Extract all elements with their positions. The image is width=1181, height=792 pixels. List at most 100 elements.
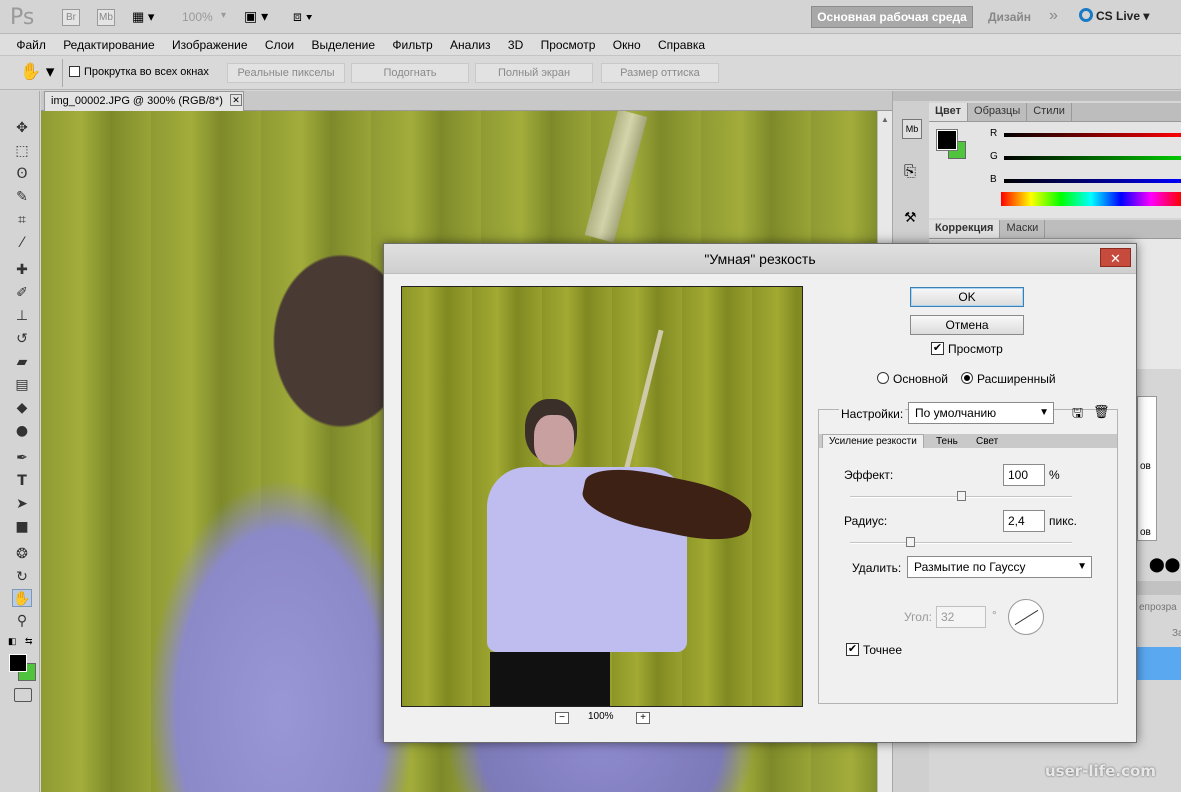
screen-mode-dropdown[interactable]: ⧈ ▾ — [293, 8, 313, 25]
tab-shadow[interactable]: Тень — [936, 435, 958, 448]
angle-input[interactable]: 32 — [936, 606, 986, 628]
fg-color-chip[interactable] — [936, 129, 958, 151]
layer-fragment-1: ов — [1140, 461, 1151, 472]
zoom-icon[interactable]: ⚲ — [12, 612, 32, 630]
menu-window[interactable]: Окно — [606, 34, 648, 52]
selected-layer-row[interactable] — [1137, 647, 1181, 680]
healing-icon[interactable]: ✚ — [12, 261, 32, 279]
menu-edit[interactable]: Редактирование — [56, 34, 161, 52]
minibridge-button[interactable]: Mb — [97, 9, 115, 26]
zoom-in-button[interactable]: + — [636, 712, 650, 724]
marquee-icon[interactable]: ⬚ — [12, 142, 32, 160]
tab-highlight[interactable]: Свет — [976, 435, 998, 448]
remove-dropdown[interactable]: Размытие по Гауссу ▼ — [907, 556, 1092, 578]
view-extras-dropdown[interactable]: ▦ ▾ — [132, 9, 162, 26]
preview-zoom-level: 100% — [588, 711, 614, 722]
cs-live-button[interactable]: CS Live ▾ — [1096, 9, 1149, 23]
more-accurate-checkbox[interactable]: ✔ — [846, 643, 859, 656]
menu-3d[interactable]: 3D — [501, 34, 530, 52]
shape-icon[interactable]: ■ — [12, 518, 32, 536]
print-size-button[interactable]: Размер оттиска — [601, 63, 719, 83]
actual-pixels-button[interactable]: Реальные пикселы — [227, 63, 345, 83]
quick-select-icon[interactable]: ✎ — [12, 188, 32, 206]
tab-styles[interactable]: Стили — [1027, 103, 1072, 121]
scroll-up-icon[interactable]: ▲ — [881, 115, 889, 124]
eyedropper-icon[interactable]: ⁄ — [12, 234, 32, 252]
g-slider[interactable] — [1004, 156, 1181, 160]
document-tab[interactable]: img_00002.JPG @ 300% (RGB/8*) ✕ — [44, 91, 244, 111]
3d-orbit-icon[interactable]: ↻ — [12, 568, 32, 586]
brush-presets-icon[interactable]: ⚒ — [904, 209, 917, 226]
cancel-button[interactable]: Отмена — [910, 315, 1024, 335]
move-icon[interactable]: ✥ — [12, 119, 32, 137]
crop-icon[interactable]: ⌗ — [12, 211, 32, 229]
close-icon[interactable]: ✕ — [230, 94, 242, 106]
mode-advanced-radio[interactable] — [961, 372, 973, 384]
delete-settings-icon[interactable]: 🗑 — [1093, 404, 1110, 420]
scroll-all-windows-checkbox[interactable] — [69, 66, 80, 77]
menu-help[interactable]: Справка — [651, 34, 712, 52]
bridge-button[interactable]: Br — [62, 9, 80, 26]
workspace-essentials-button[interactable]: Основная рабочая среда — [811, 6, 973, 28]
tools-panel: ✥ ⬚ ʘ ✎ ⌗ ⁄ ✚ ✐ ⊥ ↺ ▰ ▤ ◆ ● ✒ T ➤ ■ ❂ ↻ … — [0, 91, 40, 792]
tab-swatches[interactable]: Образцы — [968, 103, 1028, 121]
history-brush-icon[interactable]: ↺ — [12, 330, 32, 348]
pen-icon[interactable]: ✒ — [12, 449, 32, 467]
menu-select[interactable]: Выделение — [304, 34, 382, 52]
zoom-out-button[interactable]: − — [555, 712, 569, 724]
hand-tool-preset-icon[interactable]: ✋ ▾ — [20, 62, 54, 82]
minibridge-panel-icon[interactable]: Mb — [902, 119, 922, 139]
dialog-close-button[interactable]: ✕ — [1100, 248, 1131, 267]
b-slider[interactable] — [1004, 179, 1181, 183]
tab-sharpen[interactable]: Усиление резкости — [822, 434, 924, 448]
tab-masks[interactable]: Маски — [1000, 220, 1046, 238]
angle-dial[interactable] — [1008, 599, 1044, 635]
fit-screen-button[interactable]: Подогнать — [351, 63, 469, 83]
hand-icon[interactable]: ✋ — [12, 589, 32, 607]
tab-color[interactable]: Цвет — [929, 103, 969, 121]
menu-file[interactable]: Файл — [9, 34, 53, 52]
angle-unit: ° — [992, 608, 997, 622]
amount-input[interactable]: 100 — [1003, 464, 1045, 486]
channels-icon[interactable]: ⬤⬤ — [1149, 556, 1180, 573]
blur-icon[interactable]: ◆ — [12, 399, 32, 417]
lasso-icon[interactable]: ʘ — [12, 165, 32, 183]
ok-button[interactable]: OK — [910, 287, 1024, 307]
quick-mask-icon[interactable] — [14, 688, 32, 702]
color-spectrum-bar[interactable] — [1001, 192, 1181, 206]
menu-image[interactable]: Изображение — [165, 34, 255, 52]
preview-checkbox[interactable]: ✔ — [931, 342, 944, 355]
amount-slider-thumb[interactable] — [957, 491, 966, 501]
tab-adjustments[interactable]: Коррекция — [929, 220, 1001, 238]
more-workspaces-icon[interactable]: » — [1049, 7, 1058, 25]
preview-pane[interactable] — [401, 286, 803, 707]
settings-dropdown[interactable]: По умолчанию ▼ — [908, 402, 1054, 424]
eraser-icon[interactable]: ▰ — [12, 353, 32, 371]
gradient-icon[interactable]: ▤ — [12, 376, 32, 394]
full-screen-button[interactable]: Полный экран — [475, 63, 593, 83]
dialog-title: "Умная" резкость — [384, 244, 1136, 274]
save-settings-icon[interactable]: 🖫 — [1072, 404, 1083, 426]
dodge-icon[interactable]: ● — [12, 422, 32, 440]
menu-layer[interactable]: Слои — [258, 34, 301, 52]
menu-filter[interactable]: Фильтр — [385, 34, 439, 52]
zoom-level-dropdown[interactable]: 100% — [182, 10, 213, 24]
brush-icon[interactable]: ✐ — [12, 284, 32, 302]
history-panel-icon[interactable]: ⎘ — [904, 163, 916, 180]
mode-basic-radio[interactable] — [877, 372, 889, 384]
r-slider[interactable] — [1004, 133, 1181, 137]
path-select-icon[interactable]: ➤ — [12, 495, 32, 513]
default-colors-icon[interactable]: ◧ — [8, 636, 17, 647]
workspace-design-button[interactable]: Дизайн — [988, 10, 1031, 24]
stamp-icon[interactable]: ⊥ — [12, 307, 32, 325]
radius-input[interactable]: 2,4 — [1003, 510, 1045, 532]
3d-rotate-icon[interactable]: ❂ — [12, 545, 32, 563]
menu-view[interactable]: Просмотр — [534, 34, 603, 52]
menu-analysis[interactable]: Анализ — [443, 34, 498, 52]
arrange-documents-dropdown[interactable]: ▣ ▾ — [244, 8, 268, 25]
swap-colors-icon[interactable]: ⇆ — [25, 636, 33, 647]
radius-slider-thumb[interactable] — [905, 537, 915, 547]
type-icon[interactable]: T — [12, 472, 32, 490]
radius-slider[interactable] — [850, 542, 1072, 544]
foreground-color-swatch[interactable] — [9, 654, 27, 672]
